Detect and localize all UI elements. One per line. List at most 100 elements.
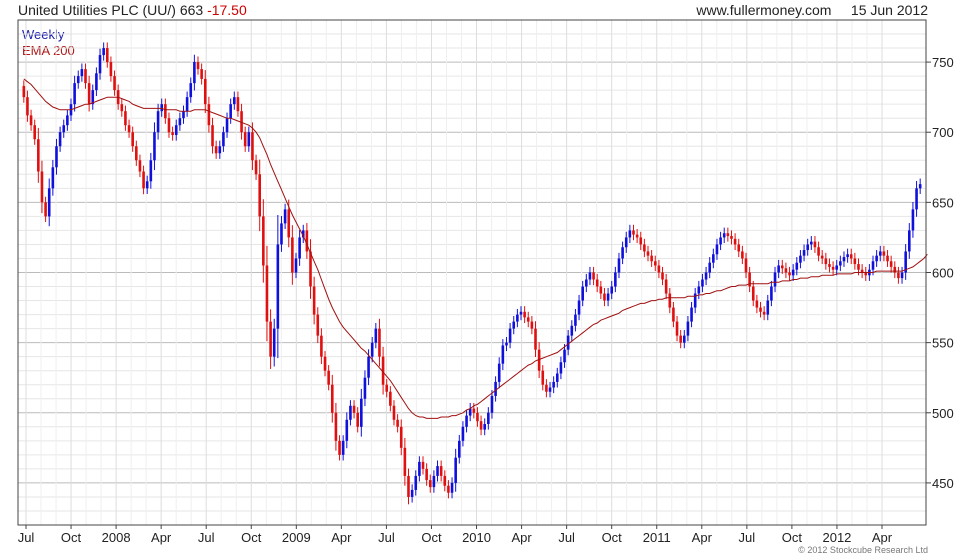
candle-body	[701, 279, 704, 287]
candle-body	[646, 251, 650, 256]
candle-body	[330, 384, 334, 413]
candle-body	[225, 118, 229, 133]
candle-body	[243, 132, 247, 147]
candle-body	[22, 85, 26, 98]
candle-body	[142, 171, 145, 189]
candle-body	[418, 461, 421, 476]
candle-body	[145, 181, 149, 189]
candle-body	[272, 328, 276, 357]
candle-body	[323, 356, 327, 371]
candle-body	[80, 69, 84, 77]
candle-body	[124, 111, 127, 126]
x-tick-label: Apr	[331, 530, 352, 545]
candle-body	[203, 78, 207, 105]
candle-body	[222, 132, 225, 147]
candle-body	[610, 286, 614, 294]
candle-body	[599, 286, 603, 294]
candle-body	[55, 146, 58, 168]
candle-body	[483, 424, 487, 430]
candle-body	[788, 272, 791, 276]
candle-body	[817, 247, 820, 256]
x-tick-label: Apr	[511, 530, 532, 545]
candle-body	[624, 237, 628, 248]
candle-body	[759, 307, 762, 312]
candle-body	[454, 457, 457, 483]
candle-body	[751, 286, 755, 301]
x-tick-label: Oct	[61, 530, 82, 545]
candle-body	[196, 62, 200, 70]
candle-body	[66, 115, 69, 126]
candle-body	[287, 209, 291, 238]
candle-body	[715, 244, 719, 255]
candle-body	[40, 171, 44, 203]
candle-body	[294, 258, 298, 273]
candle-body	[443, 475, 447, 486]
candle-body	[487, 412, 490, 424]
candle-body	[762, 311, 766, 315]
candle-body	[468, 408, 472, 416]
candle-body	[345, 419, 349, 441]
candle-body	[399, 426, 403, 448]
candle-body	[76, 76, 80, 84]
candle-body	[585, 279, 588, 287]
candle-body	[182, 111, 185, 119]
candle-body	[893, 266, 897, 273]
candle-body	[149, 160, 153, 182]
candle-body	[915, 188, 918, 210]
candle-body	[744, 258, 748, 273]
candle-body	[730, 236, 733, 239]
candle-body	[385, 384, 389, 392]
candle-body	[174, 125, 178, 136]
candle-body	[432, 475, 436, 488]
candle-body	[530, 321, 534, 329]
candle-body	[770, 286, 773, 301]
candle-body	[719, 237, 722, 245]
candle-body	[47, 188, 51, 217]
candles	[22, 42, 922, 505]
price-chart: 450 500 550 600 650 700 750 Jul Oct 2008 Apr Jul Oc…	[17, 19, 954, 545]
candle-body	[414, 475, 418, 490]
candle-body	[755, 300, 759, 308]
candle-body	[127, 125, 131, 133]
candle-body	[675, 321, 679, 336]
x-tick-label: Jul	[18, 530, 35, 545]
candle-body	[251, 132, 254, 161]
candle-body	[95, 73, 98, 91]
candle-body	[497, 363, 501, 382]
candle-body	[247, 132, 251, 147]
x-tick-label: 2011	[643, 530, 671, 545]
candle-body	[907, 230, 911, 252]
candle-body	[87, 83, 91, 105]
candle-body	[555, 373, 559, 382]
candle-body	[171, 132, 174, 136]
candle-body	[254, 160, 258, 175]
candle-body	[410, 489, 414, 497]
y-axis: 450 500 550 600 650 700 750	[926, 55, 954, 491]
candle-body	[105, 48, 109, 63]
candle-body	[614, 272, 617, 287]
candle-body	[207, 104, 211, 126]
candle-body	[280, 223, 283, 245]
candle-body	[824, 258, 828, 265]
candle-body	[545, 384, 548, 392]
candle-body	[777, 265, 780, 273]
candle-body	[690, 307, 693, 322]
candle-body	[479, 421, 483, 430]
candle-body	[552, 381, 555, 388]
candle-body	[617, 258, 621, 273]
candle-body	[153, 132, 156, 161]
candle-body	[156, 111, 160, 133]
x-tick-label: 2009	[282, 530, 311, 545]
y-tick-label: 450	[932, 476, 954, 491]
candle-body	[523, 311, 526, 318]
candle-body	[378, 328, 381, 357]
x-tick-label: Jul	[558, 530, 575, 545]
candle-body	[109, 62, 113, 77]
candle-body	[820, 255, 824, 259]
candle-body	[875, 255, 878, 262]
candle-body	[494, 381, 497, 396]
candle-body	[341, 440, 345, 455]
candle-body	[574, 314, 577, 326]
candle-body	[421, 461, 425, 469]
candle-body	[889, 261, 893, 267]
